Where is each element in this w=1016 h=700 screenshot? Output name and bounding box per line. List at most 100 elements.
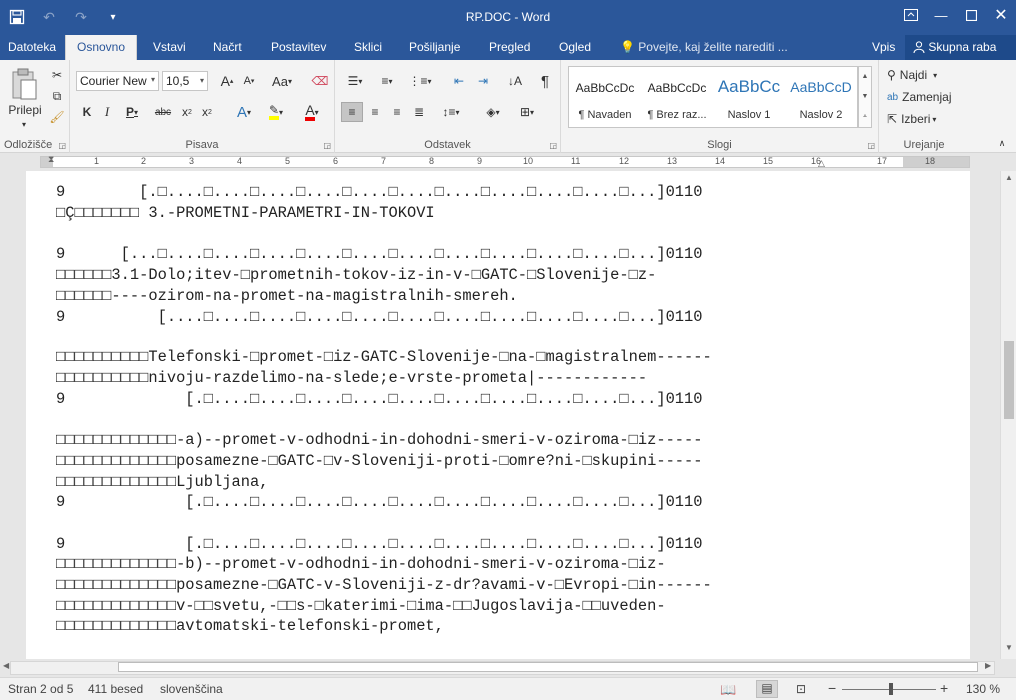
- cut-icon[interactable]: ✂: [48, 66, 66, 84]
- horizontal-ruler[interactable]: 1 2 3 4 5 6 7 8 9 10 11 12 13 14 15 16 1…: [0, 153, 1016, 171]
- word-count[interactable]: 411 besed: [88, 682, 143, 696]
- chevron-up-icon[interactable]: ▲: [862, 73, 869, 80]
- justify-icon[interactable]: ≣: [409, 102, 429, 122]
- collapse-ribbon-icon[interactable]: ∧: [994, 136, 1010, 150]
- grow-font-icon[interactable]: A ▴: [218, 71, 236, 91]
- bullets-icon[interactable]: ☰ ▾: [341, 71, 369, 91]
- paste-dropdown-icon[interactable]: ▾: [14, 118, 34, 130]
- multilevel-list-icon[interactable]: ⋮≡ ▾: [405, 71, 435, 91]
- paste-icon[interactable]: [6, 66, 42, 102]
- maximize-icon[interactable]: [956, 0, 986, 30]
- bold-icon[interactable]: K: [78, 102, 96, 122]
- highlight-icon[interactable]: ✎ ▾: [262, 102, 290, 122]
- replace-button[interactable]: ab Zamenjaj: [887, 88, 967, 106]
- line-spacing-icon[interactable]: ↕≡ ▾: [437, 102, 465, 122]
- minimize-icon[interactable]: —: [926, 0, 956, 30]
- font-name-combo[interactable]: Courier New ▾: [76, 71, 159, 91]
- tell-me-box[interactable]: 💡 Povejte, kaj želite narediti ...: [612, 35, 796, 60]
- document-line: 9 [.□....□....□....□....□....□....□....□…: [56, 390, 703, 408]
- scroll-left-icon[interactable]: ◀: [3, 661, 9, 670]
- page-count[interactable]: Stran 2 od 5: [8, 682, 73, 696]
- shading-icon[interactable]: ◈ ▾: [479, 102, 507, 122]
- shrink-font-icon[interactable]: A ▾: [240, 71, 258, 91]
- document-page[interactable]: 9 [.□....□....□....□....□....□....□....□…: [26, 171, 970, 659]
- ribbon-display-options-icon[interactable]: [896, 0, 926, 30]
- underline-icon[interactable]: P ▾: [120, 102, 144, 122]
- paragraph-launcher-icon[interactable]: ◲: [549, 141, 557, 150]
- font-color-icon[interactable]: A ▾: [298, 102, 326, 122]
- change-case-icon[interactable]: Aa ▾: [268, 71, 296, 91]
- scroll-right-icon[interactable]: ▶: [985, 661, 991, 670]
- scroll-up-icon[interactable]: ▲: [1001, 173, 1016, 187]
- ruler-number: 10: [523, 156, 534, 166]
- show-formatting-icon[interactable]: ¶: [535, 71, 555, 91]
- ruler-number: 4: [237, 156, 243, 166]
- vertical-scrollbar[interactable]: ▲ ▼: [1000, 171, 1016, 659]
- borders-icon[interactable]: ⊞ ▾: [513, 102, 541, 122]
- tab-home[interactable]: Osnovno: [65, 35, 137, 60]
- vertical-scroll-thumb[interactable]: [1004, 341, 1014, 419]
- ruler-number: 6: [333, 156, 339, 166]
- tab-file[interactable]: Datoteka: [0, 35, 64, 60]
- right-indent-marker-icon[interactable]: △: [818, 158, 825, 169]
- increase-indent-icon[interactable]: ⇥: [473, 71, 493, 91]
- indent-marker-icon[interactable]: ⧗: [48, 154, 54, 165]
- zoom-slider-thumb[interactable]: [889, 683, 893, 695]
- style-normal[interactable]: AaBbCcDc ¶ Navaden: [569, 67, 641, 127]
- paste-button[interactable]: Prilepi: [4, 102, 46, 118]
- font-launcher-icon[interactable]: ◲: [323, 141, 331, 150]
- clear-formatting-icon[interactable]: ⌫: [310, 71, 330, 91]
- italic-icon[interactable]: I: [98, 102, 116, 122]
- tab-mailings[interactable]: Pošiljanje: [401, 35, 468, 60]
- more-styles-icon[interactable]: ⩡: [863, 113, 867, 121]
- document-line: □□□□□□□□□□□□□-a)--promet-v-odhodni-in-do…: [56, 431, 703, 449]
- share-button[interactable]: Skupna raba: [905, 35, 1016, 60]
- sign-in-link[interactable]: Vpis: [864, 35, 903, 60]
- tab-layout[interactable]: Postavitev: [263, 35, 334, 60]
- styles-launcher-icon[interactable]: ◲: [867, 141, 875, 150]
- print-layout-icon[interactable]: ▤: [756, 680, 778, 698]
- text-effects-icon[interactable]: A ▾: [230, 102, 258, 122]
- sort-icon[interactable]: ↓A: [505, 71, 525, 91]
- horizontal-scroll-thumb[interactable]: [118, 662, 978, 672]
- language-indicator[interactable]: slovenščina: [160, 682, 223, 696]
- numbering-icon[interactable]: ≡ ▾: [373, 71, 401, 91]
- web-layout-icon[interactable]: ⊡: [796, 682, 806, 696]
- paragraph-group: ☰ ▾ ≡ ▾ ⋮≡ ▾ ⇤ ⇥ ↓A ¶ ≡ ≡ ≡ ≣ ↕≡ ▾ ◈ ▾ ⊞ ▾ Ods…: [335, 60, 561, 153]
- read-mode-icon[interactable]: 📖: [720, 682, 736, 698]
- scroll-down-icon[interactable]: ▼: [1001, 643, 1016, 657]
- styles-gallery-scroll[interactable]: ▲ ▼ ⩡: [858, 66, 872, 128]
- font-size-combo[interactable]: 10,5 ▾: [162, 71, 208, 91]
- style-heading-2[interactable]: AaBbCcD Naslov 2: [785, 67, 857, 127]
- tab-review[interactable]: Pregled: [481, 35, 538, 60]
- horizontal-scrollbar[interactable]: ◀ ▶: [0, 659, 1000, 677]
- align-left-icon[interactable]: ≡: [341, 102, 363, 122]
- close-icon[interactable]: ✕: [986, 0, 1016, 30]
- tab-design[interactable]: Načrt: [205, 35, 250, 60]
- superscript-icon[interactable]: x2: [198, 102, 216, 122]
- strikethrough-icon[interactable]: abc: [150, 102, 176, 122]
- chevron-down-icon: ▾: [932, 114, 937, 124]
- tab-insert[interactable]: Vstavi: [145, 35, 194, 60]
- align-center-icon[interactable]: ≡: [365, 102, 385, 122]
- format-painter-icon[interactable]: 🖌: [48, 108, 66, 126]
- zoom-level[interactable]: 130 %: [966, 682, 1000, 696]
- align-right-icon[interactable]: ≡: [387, 102, 407, 122]
- zoom-in-icon[interactable]: +: [940, 680, 948, 696]
- tab-references[interactable]: Sklici: [346, 35, 390, 60]
- select-button[interactable]: ⇱ Izberi ▾: [887, 110, 967, 128]
- ruler-number: 1: [94, 156, 100, 166]
- subscript-icon[interactable]: x2: [178, 102, 196, 122]
- tab-view[interactable]: Ogled: [551, 35, 599, 60]
- find-button[interactable]: ⚲ Najdi ▾: [887, 66, 967, 84]
- editing-group: ⚲ Najdi ▾ ab Zamenjaj ⇱ Izberi ▾ Urejanj…: [879, 60, 969, 153]
- clipboard-launcher-icon[interactable]: ◲: [58, 141, 66, 150]
- style-no-spacing[interactable]: AaBbCcDc ¶ Brez raz...: [641, 67, 713, 127]
- style-heading-1[interactable]: AaBbCc Naslov 1: [713, 67, 785, 127]
- zoom-out-icon[interactable]: −: [828, 680, 836, 696]
- document-line: □□□□□□3.1-Dolo;itev-□prometnih-tokov-iz-…: [56, 266, 657, 284]
- decrease-indent-icon[interactable]: ⇤: [449, 71, 469, 91]
- ruler-number: 9: [477, 156, 483, 166]
- copy-icon[interactable]: ⧉: [48, 87, 66, 105]
- chevron-down-icon[interactable]: ▼: [862, 93, 869, 100]
